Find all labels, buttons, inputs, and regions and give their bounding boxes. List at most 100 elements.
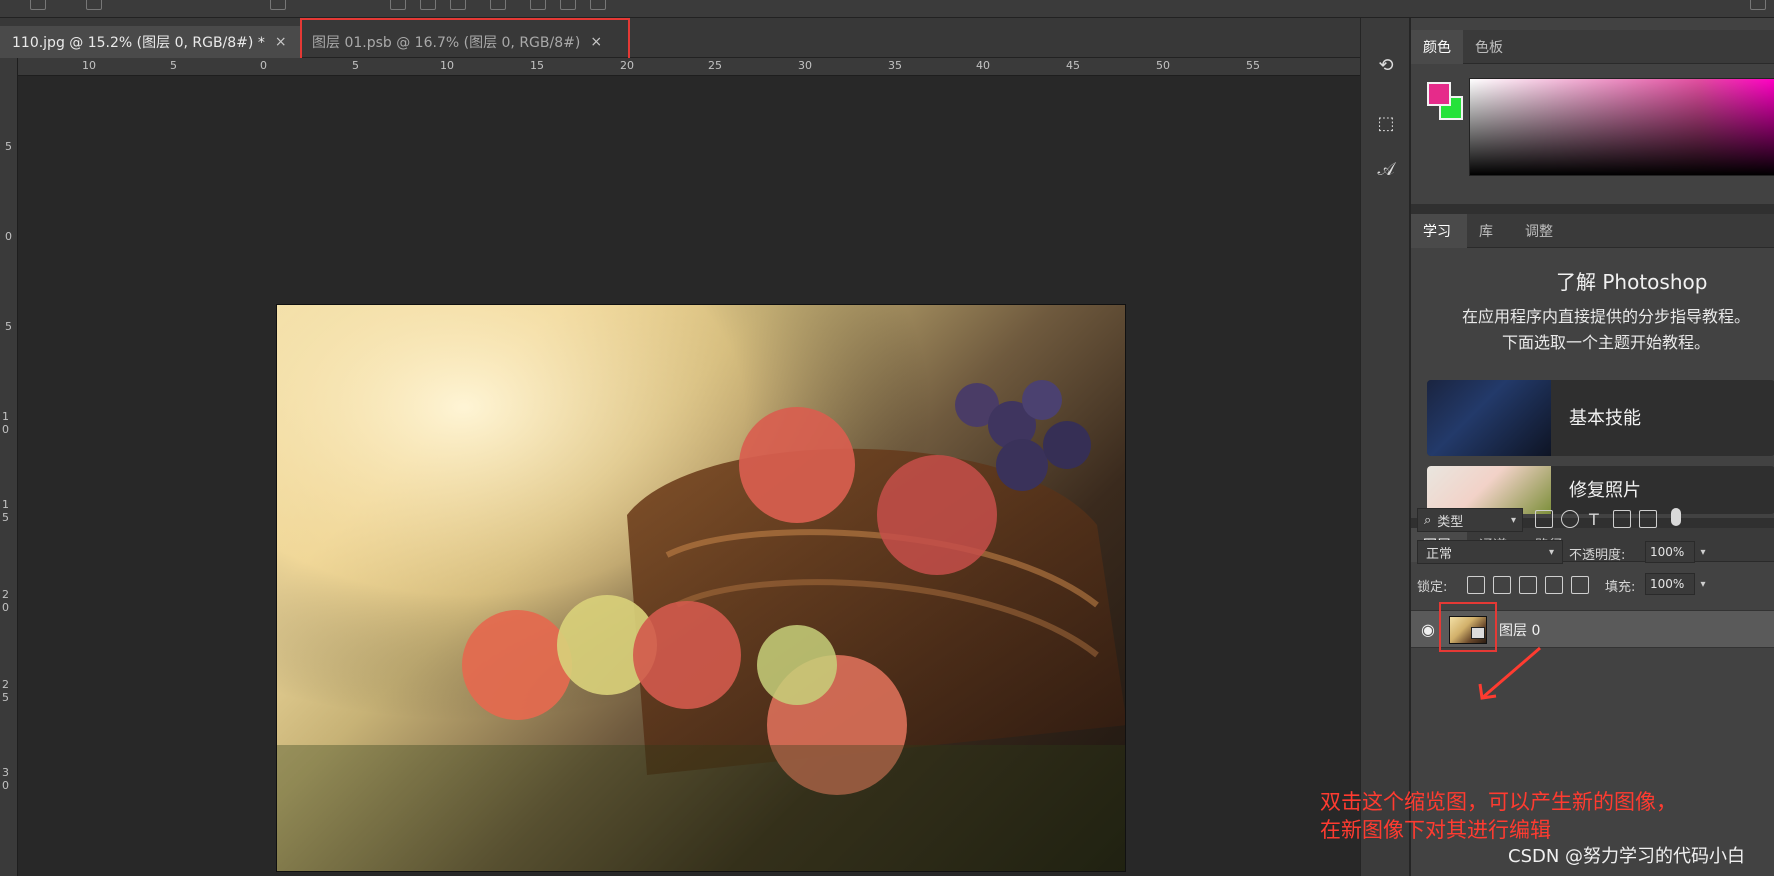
chevron-down-icon: ▾ [1548, 546, 1554, 558]
ruler-label: 45 [1066, 59, 1080, 72]
lock-all-icon[interactable] [1571, 576, 1589, 594]
color-spectrum[interactable] [1469, 78, 1774, 176]
align-bottom-icon[interactable] [590, 0, 606, 10]
ruler-label: 50 [1156, 59, 1170, 72]
layer-filter-select[interactable]: ⌕ 类型 ▾ [1417, 508, 1523, 532]
ruler-label: 0 [5, 230, 12, 243]
align-right-icon[interactable] [450, 0, 466, 10]
filter-value: 类型 [1437, 514, 1464, 530]
ruler-label: 35 [888, 59, 902, 72]
blend-mode-select[interactable]: 正常 ▾ [1417, 540, 1563, 564]
ruler-label: 0 [260, 59, 267, 72]
canvas-area[interactable] [18, 76, 1360, 876]
color-panel-tabs: 颜色 色板 [1411, 30, 1774, 64]
filter-toggle-icon[interactable] [1671, 508, 1681, 526]
align-top-icon[interactable] [530, 0, 546, 10]
canvas-image[interactable] [276, 304, 1126, 872]
tab-label: 库 [1479, 224, 1493, 240]
ruler-label: 5 [5, 140, 12, 153]
ruler-label: 1 0 [2, 410, 9, 436]
ruler-label: 5 [352, 59, 359, 72]
tab-adjustments[interactable]: 调整 [1513, 214, 1571, 248]
search-icon: ⌕ [1424, 512, 1432, 528]
filter-pixel-icon[interactable] [1535, 510, 1553, 528]
tab-learn[interactable]: 学习 [1411, 214, 1467, 248]
tab-label: 色板 [1475, 40, 1503, 56]
eye-icon[interactable]: ◉ [1421, 620, 1441, 640]
lock-artboard-icon[interactable] [1545, 576, 1563, 594]
align-middle-icon[interactable] [560, 0, 576, 10]
history-icon[interactable]: ⟲ [1371, 50, 1401, 80]
learn-description: 在应用程序内直接提供的分步指导教程。 下面选取一个主题开始教程。 [1461, 307, 1750, 352]
learn-title: 了解 Photoshop [1556, 270, 1708, 294]
tab-label: 学习 [1423, 224, 1451, 240]
annotation-arrow-icon [1478, 646, 1541, 700]
ruler-label: 10 [82, 59, 96, 72]
foreground-color-swatch[interactable] [1427, 82, 1451, 106]
move-tool-icon[interactable] [30, 0, 46, 10]
photoshop-window: 110.jpg @ 15.2% (图层 0, RGB/8#) * × 图层 0 1… [0, 0, 1774, 876]
tutorial-card-basic-skills[interactable]: 基本技能 [1427, 380, 1774, 456]
align-center-icon[interactable] [420, 0, 436, 10]
tab-label: 调整 [1525, 224, 1553, 240]
tab-libraries[interactable]: 库 [1467, 214, 1513, 248]
filter-smart-object-icon[interactable] [1639, 510, 1657, 528]
panel-divider [1411, 204, 1774, 214]
close-icon[interactable]: × [275, 34, 287, 50]
ruler-label: 2 5 [2, 678, 9, 704]
tab-110-jpg[interactable]: 110.jpg @ 15.2% (图层 0, RGB/8#) * × [0, 26, 300, 58]
tutorial-title: 基本技能 [1569, 408, 1641, 429]
lock-label: 锁定: [1417, 580, 1448, 595]
right-panels: 颜色 色板 学习 库 调整 了解 Photoshop 在应用程序内直接提供的分步… [1410, 18, 1774, 876]
fill-label: 填充: [1605, 580, 1636, 595]
search-icon[interactable] [1750, 0, 1766, 10]
3d-icon[interactable]: ⬚ [1371, 108, 1401, 138]
fruit-basket-image [277, 305, 1125, 871]
tutorial-thumbnail [1427, 380, 1551, 456]
transform-controls-checkbox[interactable] [270, 0, 286, 10]
document-tabs: 110.jpg @ 15.2% (图层 0, RGB/8#) * × 图层 01… [0, 18, 1360, 58]
ruler-label: 10 [440, 59, 454, 72]
ruler-label: 2 0 [2, 588, 9, 614]
distribute-icon[interactable] [490, 0, 506, 10]
watermark: CSDN @努力学习的代码小白 [1508, 846, 1746, 867]
annotation-text: 双击这个缩览图，可以产生新的图像， 在新图像下对其进行编辑 [1320, 790, 1677, 842]
ruler-label: 40 [976, 59, 990, 72]
blend-mode-value: 正常 [1426, 546, 1453, 562]
ruler-label: 3 0 [2, 766, 9, 792]
filter-shape-icon[interactable] [1613, 510, 1631, 528]
ruler-label: 5 [170, 59, 177, 72]
lock-position-icon[interactable] [1519, 576, 1537, 594]
learn-panel-tabs: 学习 库 调整 [1411, 214, 1774, 248]
ruler-label: 55 [1246, 59, 1260, 72]
lock-transparent-icon[interactable] [1467, 576, 1485, 594]
tab-label: 110.jpg @ 15.2% (图层 0, RGB/8#) * [12, 35, 265, 51]
layer-name[interactable]: 图层 0 [1499, 620, 1540, 640]
opacity-label: 不透明度: [1569, 548, 1626, 563]
tab-label: 颜色 [1423, 40, 1451, 56]
tab-color[interactable]: 颜色 [1411, 30, 1463, 64]
opacity-field[interactable]: 100% [1645, 541, 1695, 563]
ruler-label: 30 [798, 59, 812, 72]
vertical-ruler: 5 0 5 1 0 1 5 2 0 2 5 3 0 [0, 58, 18, 876]
chevron-down-icon[interactable]: ▾ [1695, 573, 1711, 595]
align-left-icon[interactable] [390, 0, 406, 10]
character-icon[interactable]: 𝒜 [1371, 154, 1401, 184]
tab-swatches[interactable]: 色板 [1463, 30, 1519, 64]
chevron-down-icon[interactable]: ▾ [1695, 541, 1711, 563]
chevron-down-icon: ▾ [1510, 514, 1516, 526]
foreground-background-swatches[interactable] [1427, 82, 1467, 122]
filter-type-icon[interactable]: T [1589, 510, 1599, 529]
ruler-label: 5 [5, 320, 12, 333]
filter-adjustment-icon[interactable] [1561, 510, 1579, 528]
horizontal-ruler: 10 5 0 5 10 15 20 25 30 35 40 45 50 55 [0, 58, 1360, 76]
ruler-label: 15 [530, 59, 544, 72]
lock-image-icon[interactable] [1493, 576, 1511, 594]
auto-select-checkbox[interactable] [86, 0, 102, 10]
options-bar [0, 0, 1774, 18]
fill-field[interactable]: 100% [1645, 573, 1695, 595]
ruler-label: 20 [620, 59, 634, 72]
ruler-label: 25 [708, 59, 722, 72]
panel-dock-strip: ⟲ ⬚ 𝒜 [1360, 18, 1410, 876]
ruler-label: 1 5 [2, 498, 9, 524]
